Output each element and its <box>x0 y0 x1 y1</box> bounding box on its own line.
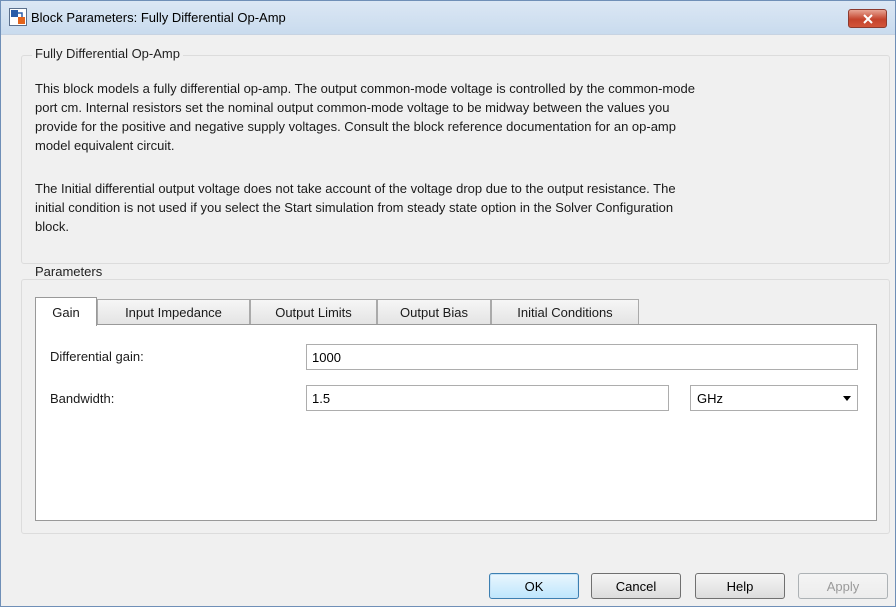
gain-tab-panel: Differential gain: Bandwidth: GHz <box>35 324 877 521</box>
cancel-button[interactable]: Cancel <box>591 573 681 599</box>
bandwidth-unit-select[interactable]: GHz <box>690 385 858 411</box>
parameters-group-title: Parameters <box>32 264 106 279</box>
close-icon <box>862 13 873 24</box>
description-text-2: The Initial differential output voltage … <box>35 179 676 236</box>
differential-gain-label: Differential gain: <box>50 349 144 364</box>
tab-output-bias[interactable]: Output Bias <box>377 299 491 324</box>
description-line: provide for the positive and negative su… <box>35 119 676 134</box>
description-group-title: Fully Differential Op-Amp <box>32 46 183 61</box>
tab-gain[interactable]: Gain <box>35 297 97 326</box>
bandwidth-input[interactable] <box>306 385 669 411</box>
description-line: model equivalent circuit. <box>35 138 175 153</box>
dialog-window: Block Parameters: Fully Differential Op-… <box>0 0 896 607</box>
description-line: This block models a fully differential o… <box>35 81 695 96</box>
ok-button[interactable]: OK <box>489 573 579 599</box>
tab-initial-conditions[interactable]: Initial Conditions <box>491 299 639 324</box>
description-text-1: This block models a fully differential o… <box>35 79 695 155</box>
description-line: block. <box>35 219 69 234</box>
description-line: port cm. Internal resistors set the nomi… <box>35 100 670 115</box>
chevron-down-icon <box>843 396 851 401</box>
simulink-block-icon <box>9 8 27 26</box>
tab-output-limits[interactable]: Output Limits <box>250 299 377 324</box>
close-button[interactable] <box>848 9 887 28</box>
differential-gain-input[interactable] <box>306 344 858 370</box>
window-title: Block Parameters: Fully Differential Op-… <box>31 10 286 25</box>
description-line: initial condition is not used if you sel… <box>35 200 674 215</box>
title-bar[interactable]: Block Parameters: Fully Differential Op-… <box>1 1 895 35</box>
tab-input-impedance[interactable]: Input Impedance <box>97 299 250 324</box>
dialog-content: Fully Differential Op-Amp This block mod… <box>1 35 895 606</box>
apply-button[interactable]: Apply <box>798 573 888 599</box>
help-button[interactable]: Help <box>695 573 785 599</box>
bandwidth-label: Bandwidth: <box>50 391 115 406</box>
bandwidth-unit-value: GHz <box>697 391 723 406</box>
description-line: The Initial differential output voltage … <box>35 181 676 196</box>
